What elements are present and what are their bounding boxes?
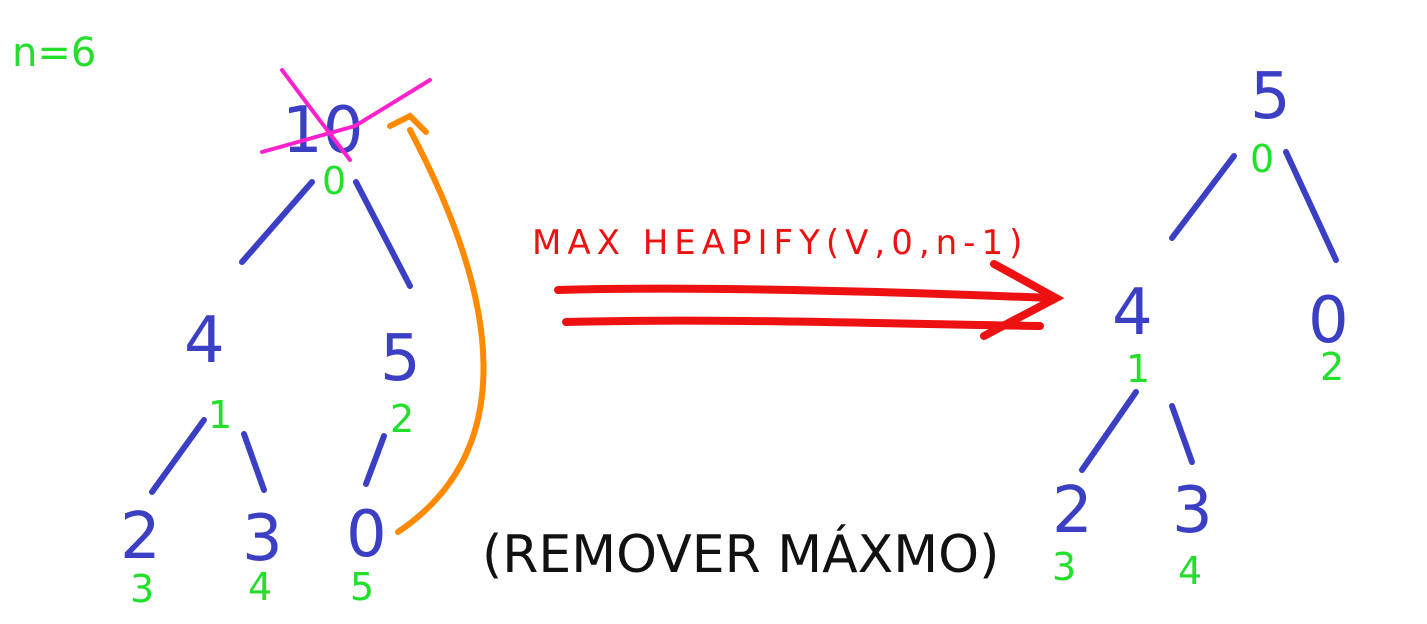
before-node-5-value: 0 <box>346 498 387 572</box>
edge-2-5 <box>363 433 387 487</box>
heap-diagram: n=6 10 0 4 1 5 2 2 3 3 4 0 5 MAX HEAPIFY… <box>12 30 1349 611</box>
after-node-3-value: 2 <box>1052 474 1093 548</box>
after-node-4-index: 4 <box>1178 549 1202 593</box>
after-node-3-index: 3 <box>1052 545 1076 589</box>
edge-1-4 <box>241 431 267 493</box>
after-tree: 5 0 4 1 0 2 2 3 3 4 <box>1052 60 1349 593</box>
caption: (REMOVER MÁXMO) <box>482 524 999 585</box>
n-label: n=6 <box>12 30 96 76</box>
before-node-0-index: 0 <box>322 159 346 203</box>
before-node-3-value: 2 <box>120 500 161 574</box>
after-node-1-value: 4 <box>1112 276 1153 350</box>
before-node-5-index: 5 <box>350 565 374 609</box>
after-node-4-value: 3 <box>1172 474 1213 548</box>
operation-label: MAX HEAPIFY(V,0,n-1) <box>532 223 1028 263</box>
transform-arrow <box>554 260 1065 340</box>
before-tree: 10 0 4 1 5 2 2 3 3 4 0 5 <box>120 68 432 611</box>
before-node-1-value: 4 <box>184 304 225 378</box>
after-edge-0-2 <box>1283 149 1339 263</box>
before-node-3-index: 3 <box>130 567 154 611</box>
edge-1-3 <box>149 417 207 495</box>
after-edge-1-4 <box>1169 403 1195 465</box>
before-node-1-index: 1 <box>208 393 232 437</box>
before-node-2-index: 2 <box>390 397 414 441</box>
after-node-0-index: 0 <box>1250 137 1274 181</box>
after-node-0-value: 5 <box>1250 60 1291 134</box>
after-edge-1-3 <box>1079 389 1139 473</box>
before-node-0-value: 10 <box>282 94 363 168</box>
edge-0-1 <box>239 179 315 265</box>
after-node-2-index: 2 <box>1320 345 1344 389</box>
before-node-4-index: 4 <box>248 565 272 609</box>
before-node-2-value: 5 <box>380 322 421 396</box>
after-node-1-index: 1 <box>1126 347 1150 391</box>
after-edge-0-1 <box>1169 153 1237 241</box>
edge-0-2 <box>353 179 413 289</box>
